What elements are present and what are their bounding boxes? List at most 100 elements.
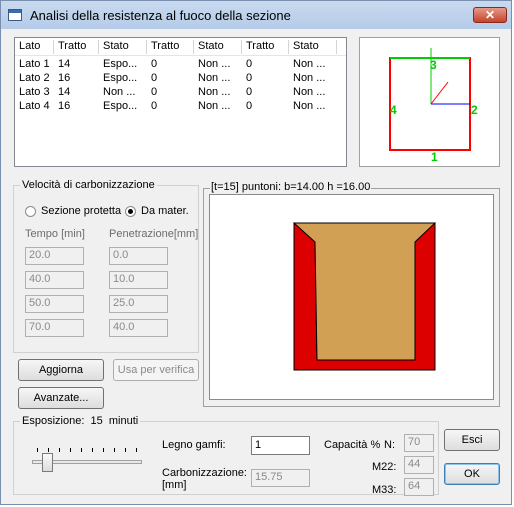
- sides-table[interactable]: Lato Tratto Stato Tratto Stato Tratto St…: [14, 37, 347, 167]
- radio-from-material[interactable]: [125, 206, 136, 217]
- slider-tick: [70, 448, 71, 452]
- table-cell: 14: [58, 58, 71, 70]
- column-header[interactable]: Stato: [99, 40, 147, 54]
- charring-velocity-group: Velocità di carbonizzazione Sezione prot…: [13, 179, 199, 353]
- radio-protected-section[interactable]: [25, 206, 36, 217]
- dialog-window: Analisi della resistenza al fuoco della …: [0, 0, 512, 505]
- column-header[interactable]: Tratto: [147, 40, 194, 54]
- table-cell: 0: [151, 72, 158, 84]
- table-row[interactable]: Lato 4 16 Espo... 0 Non ... 0 Non ...: [15, 100, 346, 114]
- time-field: 20.0: [25, 247, 84, 265]
- table-header: Lato Tratto Stato Tratto Stato Tratto St…: [15, 38, 346, 56]
- table-cell: Lato 4: [19, 100, 50, 112]
- section-view-panel: [t=15] puntoni: b=14.00 h =16.00: [203, 181, 500, 407]
- column-header[interactable]: Tratto: [242, 40, 289, 54]
- capacity-label: Capacità %: [324, 439, 381, 451]
- dialog-client-area: Lato Tratto Stato Tratto Stato Tratto St…: [7, 31, 506, 500]
- slider-tick: [92, 448, 93, 452]
- table-row[interactable]: Lato 2 16 Espo... 0 Non ... 0 Non ...: [15, 72, 346, 86]
- charring-result-label: Carbonizzazione:: [162, 467, 247, 479]
- table-cell: 0: [151, 58, 158, 70]
- exit-button[interactable]: Esci: [444, 429, 500, 451]
- exposure-title: Esposizione: 15 minuti: [20, 415, 141, 427]
- m22-label: M22:: [372, 461, 397, 473]
- time-field: 40.0: [25, 271, 84, 289]
- m33-label: M33:: [372, 484, 397, 496]
- side-2-label: 2: [471, 103, 478, 117]
- n-field: 70: [404, 434, 434, 452]
- exposure-slider-thumb[interactable]: [42, 453, 53, 472]
- table-cell: 0: [151, 86, 158, 98]
- table-cell: 0: [246, 86, 253, 98]
- table-row[interactable]: Lato 1 14 Espo... 0 Non ... 0 Non ...: [15, 58, 346, 72]
- table-cell: Non ...: [293, 72, 326, 84]
- column-header[interactable]: Lato: [15, 40, 54, 54]
- slider-tick: [81, 448, 82, 452]
- exposure-value: 15: [90, 415, 103, 427]
- wood-input[interactable]: 1: [251, 436, 310, 455]
- section-caption: [t=15] puntoni: b=14.00 h =16.00: [210, 181, 372, 193]
- time-column-label: Tempo [min]: [25, 228, 85, 240]
- table-cell: Lato 1: [19, 58, 50, 70]
- table-cell: Espo...: [103, 100, 138, 112]
- table-cell: Espo...: [103, 72, 138, 84]
- window-title: Analisi della resistenza al fuoco della …: [30, 8, 291, 23]
- use-for-check-button[interactable]: Usa per verifica: [113, 359, 199, 381]
- table-cell: 16: [58, 72, 71, 84]
- axis-diagonal: [430, 81, 449, 105]
- table-cell: Espo...: [103, 58, 138, 70]
- table-cell: Non ...: [103, 86, 136, 98]
- table-row[interactable]: Lato 3 14 Non ... 0 Non ... 0 Non ...: [15, 86, 346, 100]
- column-header[interactable]: Tratto: [54, 40, 99, 54]
- table-cell: Non ...: [293, 86, 326, 98]
- close-button[interactable]: ✕: [473, 7, 507, 23]
- slider-tick: [114, 448, 115, 452]
- sides-diagram: 1 2 3 4: [389, 48, 478, 164]
- penetration-field: 10.0: [109, 271, 168, 289]
- slider-tick: [136, 448, 137, 452]
- table-cell: Non ...: [293, 58, 326, 70]
- table-cell: 0: [246, 100, 253, 112]
- side-1-label: 1: [431, 150, 438, 164]
- time-field: 70.0: [25, 319, 84, 337]
- radio-protected-label[interactable]: Sezione protetta: [41, 205, 121, 217]
- table-cell: Non ...: [293, 100, 326, 112]
- m22-field: 44: [404, 456, 434, 474]
- exposure-unit: minuti: [108, 415, 139, 427]
- time-field: 50.0: [25, 295, 84, 313]
- radio-material-label[interactable]: Da mater.: [141, 205, 189, 217]
- table-cell: Non ...: [198, 58, 231, 70]
- ok-button[interactable]: OK: [444, 463, 500, 485]
- slider-tick: [48, 448, 49, 452]
- table-cell: Lato 3: [19, 86, 50, 98]
- n-label: N:: [384, 439, 395, 451]
- exposure-group: Esposizione: 15 minuti Legno gamfi: 1 Ca…: [13, 415, 439, 496]
- table-cell: Non ...: [198, 86, 231, 98]
- column-header[interactable]: Stato: [194, 40, 242, 54]
- slider-tick: [37, 448, 38, 452]
- table-cell: 0: [246, 72, 253, 84]
- table-cell: 16: [58, 100, 71, 112]
- side-3-label: 3: [430, 58, 437, 72]
- penetration-column-label: Penetrazione[mm]: [109, 228, 199, 240]
- advanced-button[interactable]: Avanzate...: [18, 387, 104, 409]
- title-bar[interactable]: Analisi della resistenza al fuoco della …: [1, 1, 511, 29]
- table-cell: Lato 2: [19, 72, 50, 84]
- penetration-field: 0.0: [109, 247, 168, 265]
- section-sides-preview: 1 2 3 4: [359, 37, 500, 167]
- section-drawing: [292, 222, 437, 371]
- charring-result-field: 15.75: [251, 469, 310, 487]
- column-header[interactable]: Stato: [289, 40, 337, 54]
- side-4-label: 4: [390, 103, 397, 117]
- wood-label: Legno gamfi:: [162, 439, 226, 451]
- slider-tick: [59, 448, 60, 452]
- penetration-field: 40.0: [109, 319, 168, 337]
- app-icon: [8, 9, 22, 21]
- table-cell: 0: [151, 100, 158, 112]
- update-button[interactable]: Aggiorna: [18, 359, 104, 381]
- group-title: Velocità di carbonizzazione: [20, 179, 157, 191]
- table-cell: 14: [58, 86, 71, 98]
- table-cell: Non ...: [198, 72, 231, 84]
- table-cell: Non ...: [198, 100, 231, 112]
- charring-unit-label: [mm]: [162, 479, 187, 491]
